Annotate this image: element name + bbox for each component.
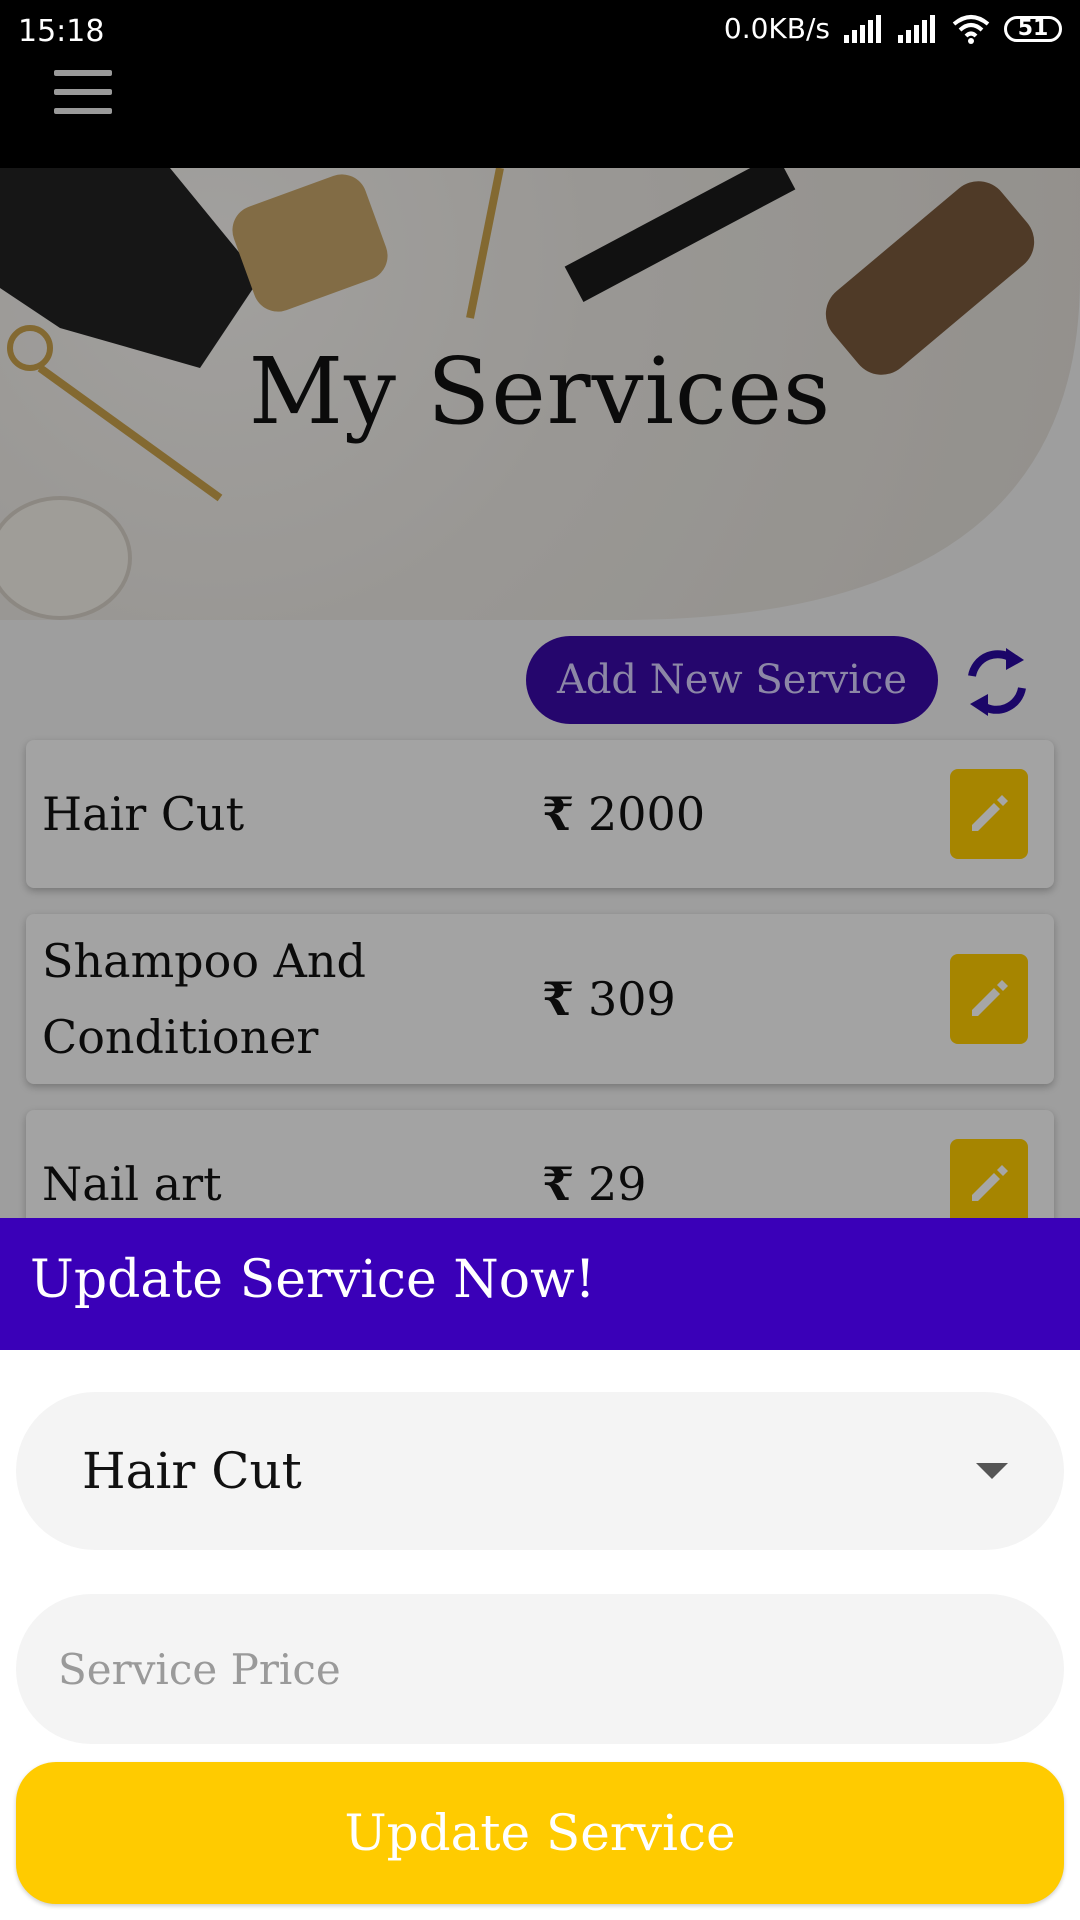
status-time: 15:18 — [18, 14, 105, 49]
price-value: 29 — [588, 1157, 647, 1211]
wifi-icon — [952, 14, 990, 44]
sheet-title: Update Service Now! — [30, 1250, 596, 1310]
service-price-input[interactable] — [16, 1594, 1064, 1744]
service-name: Nail art — [42, 1157, 222, 1211]
edit-icon — [972, 1165, 1008, 1201]
update-service-button[interactable]: Update Service — [16, 1762, 1064, 1904]
selected-service: Hair Cut — [82, 1442, 302, 1500]
battery-icon: 51 — [1004, 15, 1062, 42]
currency-symbol: ₹ — [542, 1157, 575, 1211]
service-select[interactable]: Hair Cut — [16, 1392, 1064, 1550]
edit-service-button[interactable] — [950, 769, 1028, 859]
edit-service-button[interactable] — [950, 1139, 1028, 1218]
signal-icon — [844, 14, 881, 43]
price-value: 2000 — [588, 787, 706, 841]
dropdown-arrow-icon — [976, 1463, 1008, 1479]
edit-service-button[interactable] — [950, 954, 1028, 1044]
page-title: My Services — [248, 338, 832, 445]
refresh-icon[interactable] — [962, 642, 1032, 722]
edit-icon — [972, 795, 1008, 831]
status-bar: 15:18 0.0KB/s 51 — [0, 0, 1080, 70]
service-card: Shampoo And Conditioner ₹309 — [26, 914, 1054, 1084]
service-card: Hair Cut ₹2000 — [26, 740, 1054, 888]
service-price: ₹2000 — [542, 787, 705, 841]
app-bar — [0, 70, 1080, 168]
currency-symbol: ₹ — [542, 787, 575, 841]
service-name: Shampoo And Conditioner — [42, 934, 366, 1064]
services-section: Add New Service Hair Cut ₹2000 Shampoo A… — [0, 620, 1080, 1218]
network-speed: 0.0KB/s — [723, 12, 830, 45]
hero-banner: My Services — [0, 168, 1080, 620]
signal-icon — [898, 14, 935, 43]
service-name: Hair Cut — [42, 787, 245, 841]
add-new-service-button[interactable]: Add New Service — [526, 636, 938, 724]
service-card: Nail art ₹29 — [26, 1110, 1054, 1218]
service-price: ₹29 — [542, 1157, 647, 1211]
service-list: Hair Cut ₹2000 Shampoo And Conditioner ₹… — [26, 740, 1054, 1218]
price-value: 309 — [588, 972, 676, 1026]
edit-icon — [972, 980, 1008, 1016]
update-service-sheet: Hair Cut Update Service — [0, 1350, 1080, 1920]
sheet-header: Update Service Now! — [0, 1218, 1080, 1350]
menu-icon[interactable] — [54, 70, 112, 114]
status-indicators: 0.0KB/s 51 — [724, 12, 1062, 45]
battery-level: 51 — [1017, 16, 1049, 41]
service-price: ₹309 — [542, 972, 676, 1026]
currency-symbol: ₹ — [542, 972, 575, 1026]
